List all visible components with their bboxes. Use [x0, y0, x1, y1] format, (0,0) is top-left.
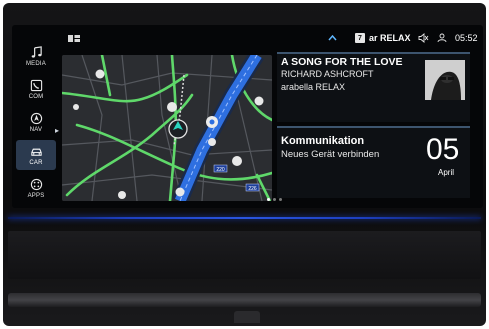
radio-status[interactable]: 7 ar RELAX [355, 31, 411, 45]
song-title: A SONG FOR THE LOVE [281, 56, 403, 68]
date-month: April [438, 168, 455, 177]
display-bezel: MEDIA COM NAV CAR APPS ▸ 7 ar RELAX 05:5… [3, 3, 486, 326]
sidebar-item-label: APPS [27, 192, 45, 199]
road-label: 226 [248, 186, 257, 192]
navigation-icon [30, 112, 42, 124]
music-note-icon [31, 45, 42, 58]
communication-widget[interactable]: Kommunikation Neues Gerät verbinden 05 A… [277, 126, 470, 198]
sidebar-item-label: MEDIA [25, 60, 46, 67]
chevron-up-icon[interactable] [328, 31, 337, 45]
media-widget[interactable]: A SONG FOR THE LOVE RICHARD ASHCROFT ara… [277, 52, 470, 122]
chrome-trim [8, 293, 481, 307]
car-icon [30, 148, 42, 156]
sidebar-item-label: CAR [29, 159, 43, 166]
clock: 05:52 [455, 33, 478, 43]
user-icon[interactable] [437, 31, 447, 45]
control-knob [234, 311, 260, 323]
dashboard-panel [8, 231, 481, 279]
navigation-map[interactable]: 220 226 [62, 55, 272, 201]
map-canvas[interactable]: 220 226 [62, 55, 272, 201]
channel-badge: 7 [355, 33, 365, 43]
sidebar-item-media[interactable]: MEDIA [16, 41, 56, 71]
sidebar-item-label: NAV [29, 126, 43, 133]
sidebar-item-apps[interactable]: APPS [16, 173, 56, 203]
sidebar-item-nav[interactable]: NAV [16, 107, 56, 137]
sidebar-item-label: COM [28, 93, 44, 100]
mute-icon[interactable] [418, 31, 429, 45]
station-name: ar RELAX [369, 33, 411, 43]
infotainment-screen: MEDIA COM NAV CAR APPS ▸ 7 ar RELAX 05:5… [12, 25, 483, 208]
sidebar-item-car[interactable]: CAR [16, 140, 56, 170]
station-label: arabella RELAX [281, 82, 346, 92]
ambient-light-strip [8, 217, 481, 219]
page-indicator [267, 198, 282, 201]
split-screen-icon[interactable] [68, 35, 80, 42]
album-cover [425, 60, 465, 100]
connect-new-device-link[interactable]: Neues Gerät verbinden [281, 149, 379, 160]
phone-icon [30, 79, 42, 91]
song-artist: RICHARD ASHCROFT [281, 69, 374, 79]
sidebar-item-com[interactable]: COM [16, 74, 56, 104]
chevron-right-icon[interactable]: ▸ [55, 126, 59, 135]
sidebar: MEDIA COM NAV CAR APPS ▸ [12, 25, 59, 208]
date-day: 05 [426, 133, 460, 166]
road-label: 220 [216, 167, 225, 173]
apps-icon [30, 178, 42, 190]
communication-title: Kommunikation [281, 135, 365, 147]
